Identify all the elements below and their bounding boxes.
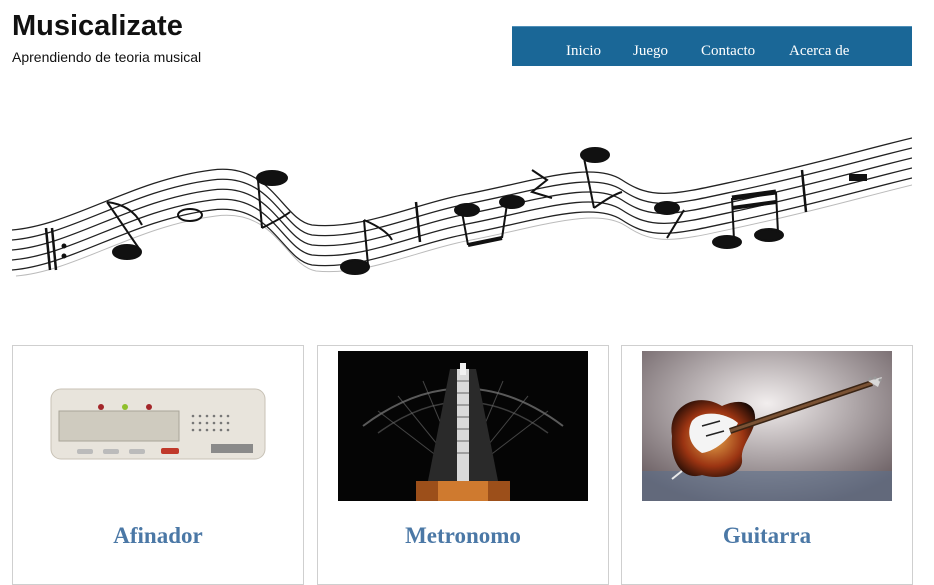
card-guitarra[interactable]: Guitarra bbox=[621, 345, 913, 585]
card-metronomo[interactable]: Metronomo bbox=[317, 345, 609, 585]
card-afinador[interactable]: Afinador bbox=[12, 345, 304, 585]
guitar-image bbox=[642, 351, 892, 501]
card-title: Guitarra bbox=[722, 523, 812, 548]
nav-item-juego[interactable]: Juego bbox=[633, 27, 668, 75]
metronome-image bbox=[338, 351, 588, 501]
tuner-image bbox=[33, 351, 283, 501]
card-title: Afinador bbox=[113, 523, 203, 548]
music-staff-banner bbox=[12, 137, 912, 277]
card-title: Metronomo bbox=[405, 523, 521, 548]
site-subtitle: Aprendiendo de teoria musical bbox=[12, 49, 202, 65]
site-title: Musicalizate bbox=[12, 10, 183, 42]
nav-item-inicio[interactable]: Inicio bbox=[566, 27, 601, 75]
main-nav: Inicio Juego Contacto Acerca de bbox=[512, 26, 912, 66]
nav-item-contacto[interactable]: Contacto bbox=[701, 27, 755, 75]
nav-item-acerca-de[interactable]: Acerca de bbox=[789, 27, 849, 75]
